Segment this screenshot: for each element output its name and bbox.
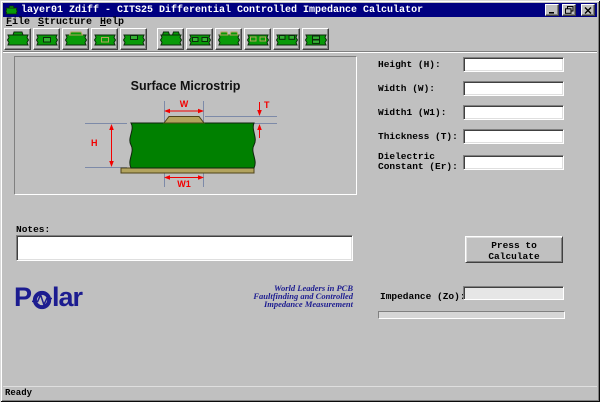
thickness-input[interactable] (463, 129, 564, 144)
structure-diagram-panel: Surface Microstrip W T H W1 (14, 56, 357, 195)
dimension-label-w1: W1 (164, 180, 204, 189)
status-bar: Ready (3, 387, 597, 399)
menu-file[interactable]: File (6, 17, 30, 28)
toolbar-button-diff-embedded-microstrip[interactable] (273, 28, 300, 50)
minimize-button[interactable] (545, 4, 559, 16)
toolbar-button-diff-surface-microstrip[interactable] (157, 28, 184, 50)
toolbar-button-coated-microstrip[interactable] (62, 28, 89, 50)
toolbar-button-embedded-microstrip[interactable] (120, 28, 147, 50)
dimension-label-w: W (164, 100, 204, 109)
stripline-icon (35, 30, 59, 48)
width-input[interactable] (463, 81, 564, 96)
app-icon[interactable] (5, 5, 18, 15)
width1-input[interactable] (463, 105, 564, 120)
minimize-icon (548, 7, 556, 14)
broadside-stripline-icon (304, 30, 328, 48)
progress-bar (378, 311, 565, 319)
toolbar-separator (3, 51, 597, 53)
polar-logo-o-pulse-icon (32, 289, 52, 310)
toolbar-button-surface-microstrip[interactable] (4, 28, 31, 50)
menubar: File Structure Help (0, 17, 597, 28)
window-title: layer01 Zdiff - CITS25 Differential Cont… (21, 5, 542, 16)
width1-label: Width1 (W1): (378, 108, 463, 118)
notes-input[interactable] (16, 235, 353, 261)
toolbar-button-stripline[interactable] (33, 28, 60, 50)
dimension-label-t: T (264, 101, 270, 110)
thickness-label: Thickness (T): (378, 132, 463, 142)
brand-tagline: World Leaders in PCB Faultfinding and Co… (153, 284, 353, 308)
dielectric-label: Dielectric Constant (Er): (378, 152, 463, 172)
height-label: Height (H): (378, 60, 463, 70)
impedance-result-field (463, 286, 564, 300)
diff-stripline-icon (188, 30, 212, 48)
embedded-microstrip-icon (122, 30, 146, 48)
menu-help[interactable]: Help (100, 17, 124, 28)
impedance-label: Impedance (Zo): (380, 291, 466, 302)
surface-microstrip-icon (6, 30, 30, 48)
width-label: Width (W): (378, 84, 463, 94)
titlebar[interactable]: layer01 Zdiff - CITS25 Differential Cont… (3, 3, 597, 17)
notes-label: Notes: (16, 224, 50, 235)
diff-embedded-microstrip-icon (275, 30, 299, 48)
close-icon (584, 7, 592, 14)
dimension-label-h: H (91, 139, 98, 148)
calculate-button[interactable]: Press to Calculate (465, 236, 563, 263)
restore-button[interactable] (562, 4, 576, 16)
offset-stripline-icon (93, 30, 117, 48)
diff-surface-microstrip-icon (159, 30, 183, 48)
menu-structure[interactable]: Structure (38, 17, 92, 28)
toolbar-button-diff-stripline[interactable] (186, 28, 213, 50)
toolbar-button-diff-offset-stripline[interactable] (244, 28, 271, 50)
microstrip-cross-section (15, 57, 356, 194)
toolbar-button-offset-stripline[interactable] (91, 28, 118, 50)
height-input[interactable] (463, 57, 564, 72)
coated-microstrip-icon (64, 30, 88, 48)
polar-logo: P lar (14, 283, 82, 311)
diagram-title: Surface Microstrip (15, 79, 356, 93)
diff-offset-stripline-icon (246, 30, 270, 48)
toolbar-button-diff-coated-microstrip[interactable] (215, 28, 242, 50)
app-window: layer01 Zdiff - CITS25 Differential Cont… (0, 0, 600, 402)
dielectric-input[interactable] (463, 155, 564, 170)
toolbar-button-broadside-stripline[interactable] (302, 28, 329, 50)
restore-icon (565, 6, 574, 14)
diff-coated-microstrip-icon (217, 30, 241, 48)
close-button[interactable] (581, 4, 595, 16)
